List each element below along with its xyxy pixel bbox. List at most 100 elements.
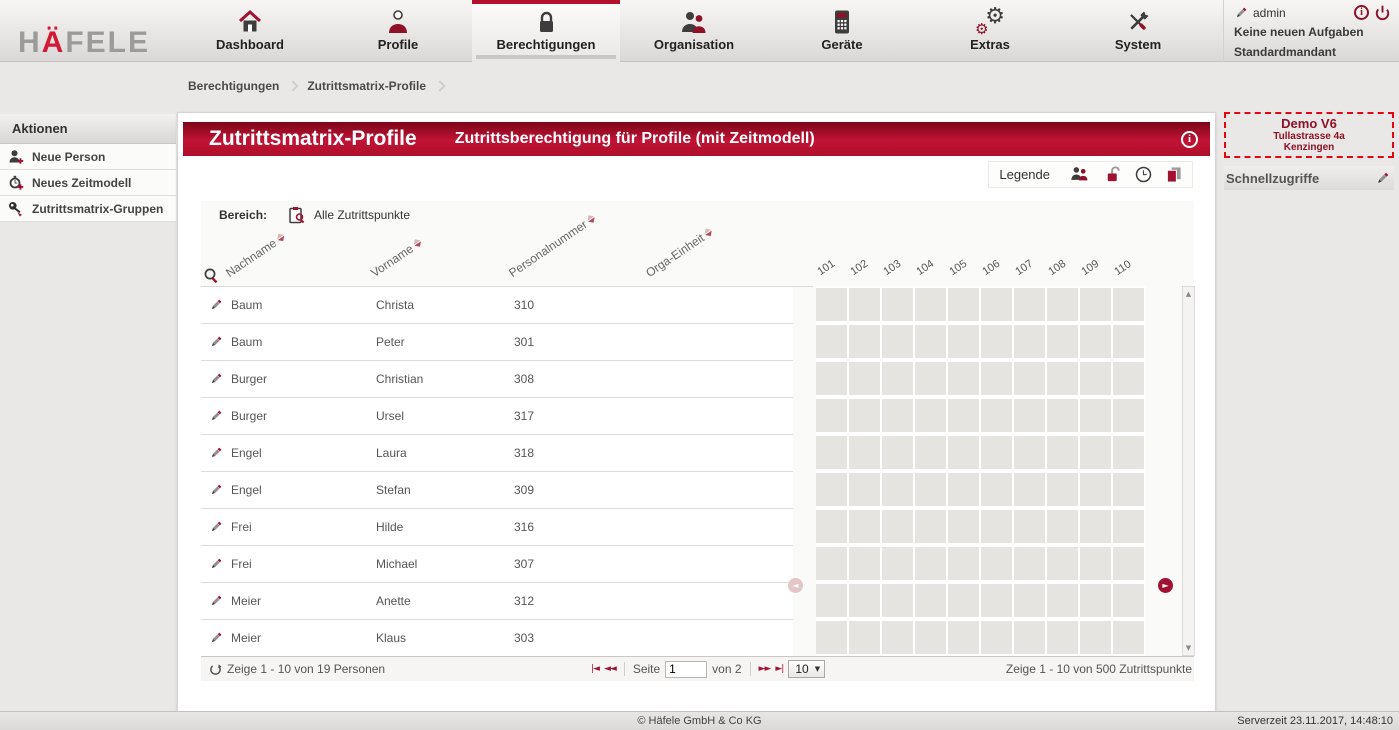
matrix-cell[interactable] [1113, 510, 1144, 543]
matrix-cell[interactable] [1080, 399, 1111, 432]
info-icon[interactable]: i [1354, 5, 1369, 20]
matrix-cell[interactable] [1113, 399, 1144, 432]
matrix-cell[interactable] [1047, 325, 1078, 358]
matrix-cell[interactable] [816, 584, 847, 617]
matrix-cell[interactable] [981, 473, 1012, 506]
matrix-cell[interactable] [1047, 547, 1078, 580]
sidebar-item-zutrittsmatrix-gruppen[interactable]: Zutrittsmatrix-Gruppen [0, 196, 176, 222]
matrix-cell[interactable] [915, 473, 946, 506]
matrix-cell[interactable] [1080, 584, 1111, 617]
matrix-cell[interactable] [882, 621, 913, 654]
edit-row-pencil-icon[interactable] [209, 335, 223, 349]
breadcrumb-item[interactable]: Berechtigungen [188, 79, 279, 93]
matrix-cell[interactable] [915, 325, 946, 358]
page-number-input[interactable] [665, 661, 707, 678]
matrix-cell[interactable] [981, 584, 1012, 617]
next-page-icon[interactable]: ►► [759, 664, 771, 674]
edit-row-pencil-icon[interactable] [209, 409, 223, 423]
matrix-cell[interactable] [849, 473, 880, 506]
sort-icon[interactable] [412, 237, 424, 249]
matrix-cell[interactable] [948, 473, 979, 506]
matrix-cell[interactable] [1047, 510, 1078, 543]
edit-row-pencil-icon[interactable] [209, 446, 223, 460]
matrix-cell[interactable] [1113, 362, 1144, 395]
edit-row-pencil-icon[interactable] [209, 298, 223, 312]
access-point-header[interactable]: 106 [980, 258, 1002, 278]
matrix-cell[interactable] [948, 325, 979, 358]
tab-dashboard[interactable]: Dashboard [176, 0, 324, 62]
matrix-cell[interactable] [1113, 584, 1144, 617]
matrix-cell[interactable] [981, 288, 1012, 321]
last-page-icon[interactable]: ►| [775, 664, 783, 674]
matrix-cell[interactable] [882, 288, 913, 321]
sort-icon[interactable] [275, 231, 287, 243]
column-header-orga-einheit[interactable]: Orga-Einheit [643, 225, 716, 280]
access-point-header[interactable]: 109 [1079, 258, 1101, 278]
matrix-cell[interactable] [1014, 473, 1045, 506]
access-point-header[interactable]: 101 [815, 258, 837, 278]
matrix-cell[interactable] [948, 510, 979, 543]
edit-row-pencil-icon[interactable] [209, 631, 223, 645]
matrix-cell[interactable] [915, 362, 946, 395]
matrix-cell[interactable] [816, 325, 847, 358]
matrix-cell[interactable] [981, 362, 1012, 395]
matrix-cell[interactable] [882, 362, 913, 395]
access-point-header[interactable]: 108 [1046, 258, 1068, 278]
legend-documents-icon[interactable] [1166, 166, 1182, 183]
matrix-cell[interactable] [1113, 621, 1144, 654]
matrix-cell[interactable] [882, 399, 913, 432]
matrix-cell[interactable] [948, 399, 979, 432]
matrix-cell[interactable] [1080, 621, 1111, 654]
matrix-cell[interactable] [1014, 584, 1045, 617]
matrix-cell[interactable] [849, 547, 880, 580]
matrix-cell[interactable] [915, 584, 946, 617]
matrix-cell[interactable] [1080, 473, 1111, 506]
legend-open-lock-icon[interactable] [1104, 166, 1121, 183]
sidebar-item-neues-zeitmodell[interactable]: Neues Zeitmodell [0, 170, 176, 196]
matrix-cell[interactable] [981, 547, 1012, 580]
tab-geraete[interactable]: Geräte [768, 0, 916, 62]
matrix-cell[interactable] [882, 510, 913, 543]
edit-quick-access-pencil-icon[interactable] [1375, 171, 1390, 186]
matrix-cell[interactable] [981, 510, 1012, 543]
matrix-cell[interactable] [1080, 288, 1111, 321]
breadcrumb-item[interactable]: Zutrittsmatrix-Profile [307, 79, 426, 93]
tab-berechtigungen[interactable]: Berechtigungen [472, 0, 620, 62]
logout-power-icon[interactable] [1374, 4, 1391, 21]
clipboard-search-icon[interactable] [289, 206, 306, 224]
matrix-cell[interactable] [849, 288, 880, 321]
matrix-cell[interactable] [816, 510, 847, 543]
matrix-cell[interactable] [1080, 362, 1111, 395]
matrix-cell[interactable] [1014, 325, 1045, 358]
matrix-cell[interactable] [882, 473, 913, 506]
matrix-cell[interactable] [915, 288, 946, 321]
matrix-cell[interactable] [1014, 399, 1045, 432]
matrix-cell[interactable] [1047, 473, 1078, 506]
matrix-cell[interactable] [816, 288, 847, 321]
matrix-cell[interactable] [849, 621, 880, 654]
matrix-cell[interactable] [816, 362, 847, 395]
matrix-cell[interactable] [1080, 510, 1111, 543]
matrix-cell[interactable] [849, 510, 880, 543]
matrix-cell[interactable] [948, 621, 979, 654]
matrix-cell[interactable] [816, 436, 847, 469]
tab-extras[interactable]: ⚙⚙ Extras [916, 0, 1064, 62]
matrix-cell[interactable] [816, 473, 847, 506]
matrix-cell[interactable] [981, 325, 1012, 358]
column-header-nachname[interactable]: Nachname [223, 230, 288, 280]
first-page-icon[interactable]: |◄ [591, 664, 599, 674]
refresh-icon[interactable] [209, 663, 222, 676]
matrix-cell[interactable] [1047, 621, 1078, 654]
matrix-cell[interactable] [1014, 362, 1045, 395]
matrix-cell[interactable] [1080, 436, 1111, 469]
legend-persons-icon[interactable] [1070, 166, 1090, 182]
matrix-cell[interactable] [1047, 362, 1078, 395]
access-point-header[interactable]: 105 [947, 258, 969, 278]
info-icon[interactable]: i [1181, 131, 1198, 148]
matrix-cell[interactable] [1047, 584, 1078, 617]
matrix-cell[interactable] [948, 547, 979, 580]
matrix-scrollbar[interactable]: ▲ ▼ [1182, 286, 1195, 656]
matrix-cell[interactable] [1113, 436, 1144, 469]
sidebar-item-neue-person[interactable]: Neue Person [0, 144, 176, 170]
edit-row-pencil-icon[interactable] [209, 520, 223, 534]
